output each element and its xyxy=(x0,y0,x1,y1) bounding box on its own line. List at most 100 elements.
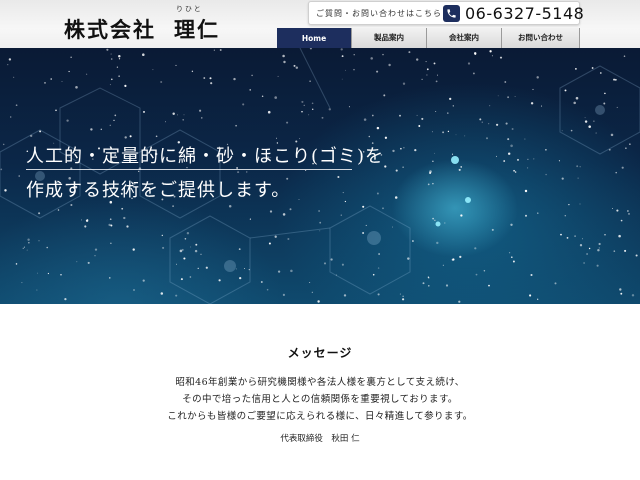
star xyxy=(342,192,344,194)
star xyxy=(298,199,300,200)
message-line: 昭和46年創業から研究機関様や各法人様を裏方として支え続け、 xyxy=(175,377,465,388)
star xyxy=(530,273,533,277)
star xyxy=(110,224,113,227)
star xyxy=(228,205,232,208)
star xyxy=(172,205,174,207)
star xyxy=(464,135,466,137)
star xyxy=(21,282,23,284)
nav-company[interactable]: 会社案内 xyxy=(426,28,501,48)
star xyxy=(472,72,475,75)
star xyxy=(577,177,579,179)
star xyxy=(311,102,314,105)
star xyxy=(50,78,52,80)
star xyxy=(282,54,285,58)
message-signature: 代表取締役 秋田 仁 xyxy=(280,434,360,444)
star xyxy=(23,246,25,248)
star xyxy=(191,70,194,73)
star xyxy=(604,234,606,236)
star xyxy=(452,258,455,261)
main-nav: Home 製品案内 会社案内 お問い合わせ xyxy=(277,28,580,48)
star xyxy=(445,284,449,287)
star xyxy=(341,263,344,266)
star xyxy=(474,247,477,250)
star xyxy=(110,242,112,244)
star xyxy=(64,297,67,301)
star xyxy=(545,148,547,151)
phone-number[interactable]: 06-6327-5148 xyxy=(465,4,584,23)
star xyxy=(447,130,450,133)
star xyxy=(275,137,277,139)
star xyxy=(172,112,175,116)
star xyxy=(579,244,583,247)
star xyxy=(15,104,18,107)
star xyxy=(573,101,576,105)
star xyxy=(596,264,599,267)
star xyxy=(621,166,624,169)
star xyxy=(627,210,629,212)
star xyxy=(61,80,63,83)
star xyxy=(66,119,69,122)
star xyxy=(459,255,462,259)
star xyxy=(582,238,584,240)
star xyxy=(527,167,529,169)
star xyxy=(467,62,471,65)
star xyxy=(483,270,486,272)
star xyxy=(133,289,135,291)
star xyxy=(195,243,198,246)
nav-home[interactable]: Home xyxy=(277,28,351,48)
star xyxy=(489,50,492,53)
star xyxy=(510,223,513,226)
star xyxy=(475,273,478,276)
star xyxy=(319,230,321,232)
star xyxy=(199,109,202,112)
star xyxy=(176,263,177,265)
nav-contact[interactable]: お問い合わせ xyxy=(501,28,580,48)
star xyxy=(588,125,591,128)
star xyxy=(340,214,342,216)
star xyxy=(376,70,379,73)
star xyxy=(436,241,439,245)
star xyxy=(143,110,145,113)
star xyxy=(382,207,384,210)
star xyxy=(537,212,539,214)
star xyxy=(474,53,477,55)
star xyxy=(305,169,307,172)
star xyxy=(209,77,212,80)
star xyxy=(309,282,311,283)
star xyxy=(608,148,611,151)
nav-products[interactable]: 製品案内 xyxy=(351,28,426,48)
star xyxy=(570,129,573,132)
star xyxy=(111,78,113,81)
star xyxy=(301,110,303,113)
star xyxy=(598,242,601,246)
star xyxy=(175,294,178,297)
star xyxy=(2,143,5,146)
star xyxy=(426,74,428,76)
star xyxy=(210,82,213,85)
hero-headline-line2: 作成する技術をご提供します。 xyxy=(26,180,291,201)
star xyxy=(395,169,398,172)
star xyxy=(623,55,626,57)
star xyxy=(308,114,310,116)
star xyxy=(353,68,355,71)
contact-box[interactable]: ご質問・お問い合わせはこちら 06-6327-5148 xyxy=(308,1,584,25)
star xyxy=(554,282,557,285)
star xyxy=(290,269,293,273)
star xyxy=(422,282,425,285)
hero-headline-line1: 人工的・定量的に綿・砂・ほこり(ゴミ)を xyxy=(26,146,385,167)
star xyxy=(337,175,340,179)
star xyxy=(612,207,613,209)
star xyxy=(38,212,41,215)
star xyxy=(560,233,562,236)
star xyxy=(495,155,497,157)
star xyxy=(427,183,430,186)
star xyxy=(625,147,627,149)
star xyxy=(618,234,621,238)
star xyxy=(508,252,511,254)
star xyxy=(495,123,499,126)
star xyxy=(583,262,585,264)
logo-name-text: 理仁 xyxy=(174,17,220,42)
star xyxy=(428,285,430,287)
star xyxy=(530,102,534,105)
star xyxy=(27,238,30,241)
